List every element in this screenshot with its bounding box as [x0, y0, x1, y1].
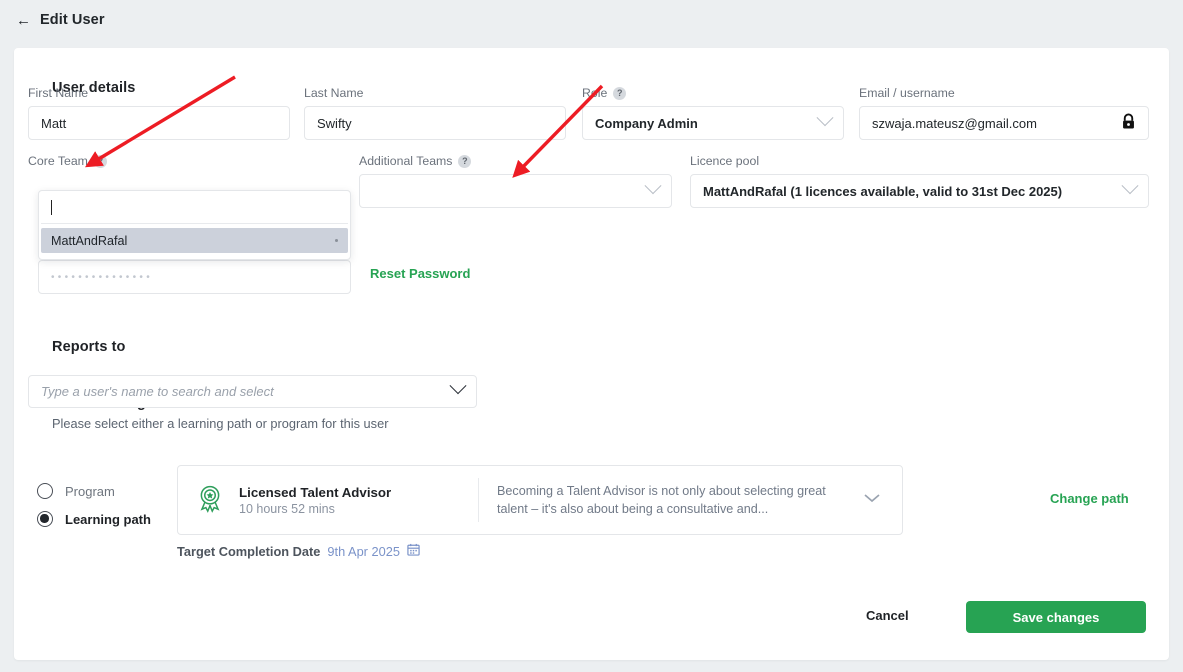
back-arrow-icon[interactable]: ← [16, 13, 31, 28]
last-name-input[interactable]: Swifty [304, 106, 566, 140]
chevron-down-icon [816, 108, 834, 131]
top-bar: ← Edit User [0, 0, 1183, 40]
role-select[interactable]: Company Admin [582, 106, 844, 140]
reports-to-placeholder: Type a user's name to search and select [41, 384, 274, 399]
core-team-option-mattandrafal[interactable]: MattAndRafal [41, 228, 348, 253]
learning-type-radio-group: Program Learning path [37, 477, 151, 533]
role-label-text: Role [582, 86, 608, 100]
role-value: Company Admin [595, 115, 698, 131]
radio-program-label: Program [65, 483, 115, 499]
target-completion-date-value[interactable]: 9th Apr 2025 [327, 544, 400, 559]
additional-teams-field-group: Additional Teams ? [359, 154, 672, 208]
option-marker-dot [335, 239, 338, 242]
cancel-button[interactable]: Cancel [866, 608, 909, 623]
edit-user-card: User details First Name Matt Last Name S… [14, 48, 1169, 660]
chevron-down-icon [644, 176, 662, 199]
role-field-group: Role ? Company Admin [582, 86, 844, 140]
password-input[interactable]: ••••••••••••••• [38, 260, 351, 294]
learning-path-duration: 10 hours 52 mins [239, 501, 335, 516]
additional-teams-help-icon[interactable]: ? [458, 154, 472, 168]
target-completion-date-label: Target Completion Date [177, 543, 321, 559]
role-label: Role ? [582, 86, 844, 100]
learning-path-title: Licensed Talent Advisor [239, 484, 392, 500]
password-value: ••••••••••••••• [51, 271, 154, 283]
radio-program[interactable] [37, 483, 53, 499]
core-team-option-list: MattAndRafal [39, 224, 350, 259]
core-team-label: Core Team ? [28, 154, 341, 168]
page-title: Edit User [40, 12, 105, 28]
lock-icon [1121, 113, 1136, 133]
email-field-group: Email / username szwaja.mateusz@gmail.co… [859, 86, 1149, 140]
licence-pool-field-group: Licence pool MattAndRafal (1 licences av… [690, 154, 1149, 208]
learning-path-card[interactable]: Licensed Talent Advisor 10 hours 52 mins… [177, 465, 903, 535]
chevron-down-icon [449, 377, 467, 399]
core-team-combobox-open[interactable]: MattAndRafal [38, 190, 351, 260]
first-name-value: Matt [41, 115, 67, 131]
learning-path-summary: Licensed Talent Advisor 10 hours 52 mins [178, 483, 478, 518]
award-medal-icon [195, 483, 225, 518]
role-help-icon[interactable]: ? [613, 86, 627, 100]
learning-path-description: Becoming a Talent Advisor is not only ab… [497, 483, 826, 516]
email-value: szwaja.mateusz@gmail.com [872, 115, 1037, 131]
chevron-down-icon [1121, 176, 1139, 199]
learning-path-expand-chevron[interactable] [862, 491, 902, 509]
licence-pool-select[interactable]: MattAndRafal (1 licences available, vali… [690, 174, 1149, 208]
last-name-label: Last Name [304, 86, 364, 100]
email-input[interactable]: szwaja.mateusz@gmail.com [859, 106, 1149, 140]
text-cursor [51, 199, 52, 215]
reports-to-input[interactable]: Type a user's name to search and select [28, 375, 477, 408]
core-team-help-icon[interactable]: ? [93, 154, 107, 168]
learning-path-text: Licensed Talent Advisor 10 hours 52 mins [239, 485, 391, 516]
radio-option-learning-path[interactable]: Learning path [37, 505, 151, 533]
radio-learning-path-label: Learning path [65, 511, 151, 527]
user-learning-subtitle: Please select either a learning path or … [52, 416, 389, 431]
first-name-field-group: First Name Matt [28, 86, 290, 140]
reports-to-field-group: Type a user's name to search and select [28, 375, 477, 408]
last-name-field-group: Last Name Swifty [304, 86, 566, 140]
reports-to-heading: Reports to [52, 339, 126, 355]
first-name-label: First Name [28, 86, 89, 100]
core-team-label-text: Core Team [28, 154, 88, 168]
target-completion-date-row: Target Completion Date 9th Apr 2025 [177, 543, 420, 559]
core-team-label-group: Core Team ? [28, 154, 341, 174]
email-label: Email / username [859, 86, 955, 100]
last-name-value: Swifty [317, 115, 352, 131]
additional-teams-label: Additional Teams ? [359, 154, 672, 168]
licence-pool-value: MattAndRafal (1 licences available, vali… [703, 183, 1063, 199]
additional-teams-label-text: Additional Teams [359, 154, 453, 168]
calendar-icon[interactable] [407, 543, 420, 559]
radio-learning-path[interactable] [37, 511, 53, 527]
core-team-search-input[interactable] [39, 191, 350, 223]
change-path-link[interactable]: Change path [1050, 491, 1129, 506]
save-changes-button[interactable]: Save changes [966, 601, 1146, 633]
core-team-option-label: MattAndRafal [51, 233, 128, 248]
first-name-input[interactable]: Matt [28, 106, 290, 140]
additional-teams-select[interactable] [359, 174, 672, 208]
radio-option-program[interactable]: Program [37, 477, 151, 505]
edit-user-page: ← Edit User User details First Name Matt… [0, 0, 1183, 672]
reset-password-link[interactable]: Reset Password [370, 266, 470, 281]
licence-pool-label: Licence pool [690, 154, 760, 168]
